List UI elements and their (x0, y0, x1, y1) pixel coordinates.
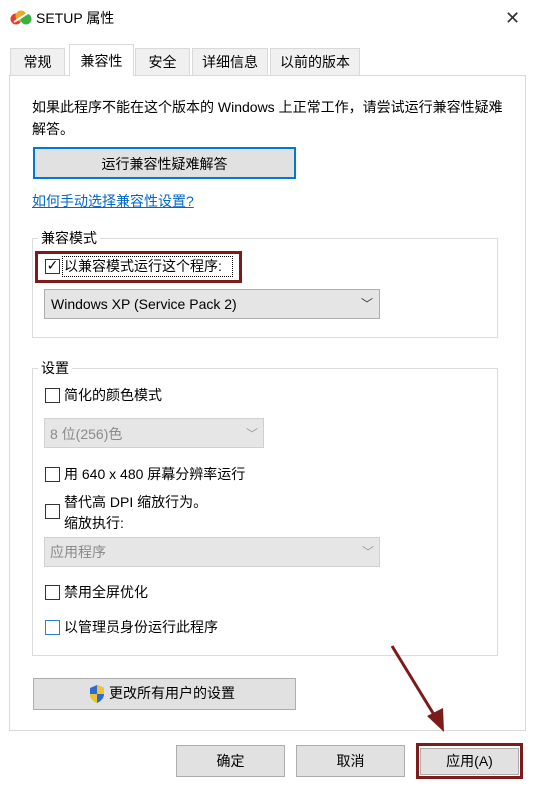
apply-button[interactable]: 应用(A) (420, 748, 519, 775)
ok-button[interactable]: 确定 (176, 745, 285, 777)
reduced-color-label[interactable]: 简化的颜色模式 (64, 385, 162, 405)
resolution-640-label[interactable]: 用 640 x 480 屏幕分辨率运行 (64, 464, 245, 484)
disable-fullscreen-opt-checkbox[interactable] (45, 585, 60, 600)
tab-security[interactable]: 安全 (135, 48, 190, 75)
chevron-down-icon: ﹀ (362, 545, 375, 559)
close-button[interactable]: ✕ (490, 0, 535, 36)
dpi-override-label[interactable]: 替代高 DPI 缩放行为。 (64, 492, 207, 512)
compat-mode-legend: 兼容模式 (38, 229, 100, 247)
os-version-value: Windows XP (Service Pack 2) (51, 296, 237, 312)
intro-text: 如果此程序不能在这个版本的 Windows 上正常工作，请尝试运行兼容性疑难解答… (32, 99, 503, 137)
compat-mode-label[interactable]: 以兼容模式运行这个程序: (64, 256, 222, 276)
app-icon (10, 10, 32, 25)
window-title: SETUP 属性 (36, 10, 115, 26)
run-as-admin-checkbox[interactable] (45, 620, 60, 635)
chevron-down-icon: ﹀ (246, 427, 259, 441)
dpi-scaling-sublabel: 缩放执行: (64, 515, 124, 531)
settings-group (32, 368, 498, 656)
color-depth-value: 8 位(256)色 (50, 426, 123, 442)
manual-settings-link[interactable]: 如何手动选择兼容性设置? (32, 191, 194, 211)
cancel-button[interactable]: 取消 (296, 745, 405, 777)
tab-details[interactable]: 详细信息 (192, 48, 268, 75)
tab-previous-versions[interactable]: 以前的版本 (270, 48, 360, 75)
tab-compatibility[interactable]: 兼容性 (69, 44, 134, 76)
resolution-640-checkbox[interactable] (45, 467, 60, 482)
settings-legend: 设置 (38, 359, 72, 377)
dpi-override-checkbox[interactable] (45, 504, 60, 519)
chevron-down-icon: ﹀ (361, 297, 374, 311)
annotation-arrow (390, 645, 444, 732)
run-troubleshooter-button[interactable]: 运行兼容性疑难解答 (33, 147, 296, 179)
checkmark-icon: ✓ (46, 257, 59, 273)
run-as-admin-label[interactable]: 以管理员身份运行此程序 (64, 617, 218, 637)
reduced-color-checkbox[interactable] (45, 388, 60, 403)
change-all-users-label: 更改所有用户的设置 (109, 685, 235, 701)
tab-general[interactable]: 常规 (10, 48, 65, 75)
uac-shield-icon (90, 685, 104, 703)
dpi-scaling-value: 应用程序 (50, 544, 106, 560)
disable-fullscreen-opt-label[interactable]: 禁用全屏优化 (64, 582, 148, 602)
